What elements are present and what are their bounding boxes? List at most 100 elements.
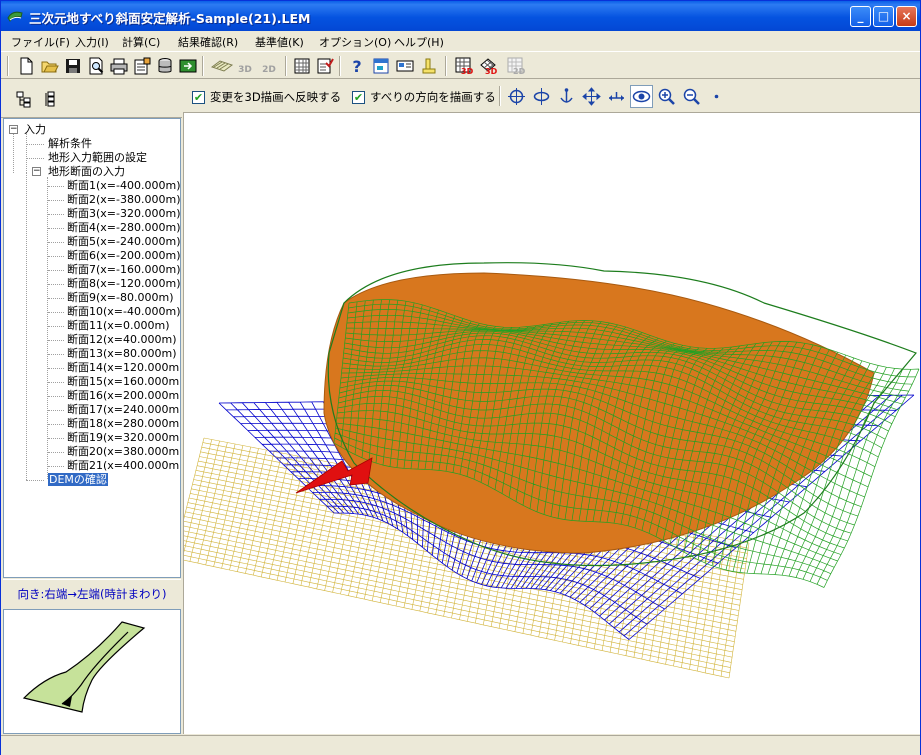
view-2d-icon[interactable]: 2D [257,55,281,77]
mesh-2d-icon[interactable]: 2D [505,55,527,77]
grid-icon[interactable] [291,55,313,77]
tree-line [48,270,64,271]
window-icon[interactable] [370,55,392,77]
save-disk-icon[interactable] [62,55,84,77]
tree-item-section[interactable]: 断面5(x=-240.000m) [67,235,180,248]
menu-standard[interactable]: 基準値(K) [255,34,304,50]
tree-line [48,186,64,187]
menu-bar: ファイル(F) 入力(I) 計算(C) 結果確認(R) 基準値(K) オプション… [1,31,920,51]
tree-item-section[interactable]: 断面19(x=320.000m) [67,431,180,444]
tree-item-sections[interactable]: 地形断面の入力 [48,165,125,178]
menu-file[interactable]: ファイル(F) [11,34,70,50]
mesh-2d-label: 2D [513,67,525,75]
tree-toolbar [1,80,182,118]
tree-item-conditions[interactable]: 解析条件 [48,137,92,150]
draw-direction-label: すべりの方向を描画する [370,90,496,104]
toolbar-separator [202,56,204,76]
tree-item-section[interactable]: 断面8(x=-120.000m) [67,277,180,290]
point-icon[interactable] [705,85,728,108]
open-folder-icon[interactable] [39,55,61,77]
tree-line [48,438,64,439]
tree-item-section[interactable]: 断面13(x=80.000m) [67,347,177,360]
data-sheet-icon[interactable] [131,55,153,77]
tree-item-section[interactable]: 断面2(x=-380.000m) [67,193,180,206]
rotate-z-icon[interactable] [555,85,578,108]
menu-input[interactable]: 入力(I) [75,34,109,50]
tree-item-section[interactable]: 断面12(x=40.000m) [67,333,177,346]
tree-item-section[interactable]: 断面21(x=400.000m) [67,459,180,472]
tree-line [48,466,64,467]
mesh-3d-alt-icon[interactable]: 3D [477,55,499,77]
notice-icon[interactable] [418,55,440,77]
toolbar-separator [285,56,287,76]
title-bar: 三次元地すべり斜面安定解析-Sample(21).LEM _ □ × [1,1,920,31]
rotate-x-icon[interactable] [505,85,528,108]
tree-line [48,214,64,215]
tree-line [48,298,64,299]
tree-item-section[interactable]: 断面14(x=120.000m) [67,361,180,374]
tree-item-dem[interactable]: DEMの確認 [48,473,108,486]
print-preview-icon[interactable] [85,55,107,77]
database-icon[interactable] [154,55,176,77]
mesh-3d-icon[interactable]: 3D [453,55,475,77]
zoom-out-icon[interactable] [680,85,703,108]
view-3d-icon[interactable] [208,55,236,77]
tree-root[interactable]: 入力 [24,123,46,136]
toolbar-grip [7,56,9,76]
view-3d-label-icon[interactable]: 3D [233,55,257,77]
pan-horizontal-icon[interactable] [605,85,628,108]
tree-item-section[interactable]: 断面18(x=280.000m) [67,417,180,430]
tree-line [48,200,64,201]
tree-item-section[interactable]: 断面17(x=240.000m) [67,403,180,416]
input-tree: − 入力 解析条件 地形入力範囲の設定 − 地形断面の入力 断面1(x=-400… [3,118,181,578]
reflect-3d-check-icon: ✔ [192,90,205,104]
menu-calc[interactable]: 計算(C) [122,34,160,50]
zoom-in-icon[interactable] [655,85,678,108]
tree-item-section[interactable]: 断面7(x=-160.000m) [67,263,180,276]
menu-results[interactable]: 結果確認(R) [178,34,238,50]
tree-toggle-root[interactable]: − [9,125,18,134]
tree-line [48,354,64,355]
tree-item-section[interactable]: 断面11(x=0.000m) [67,319,170,332]
tree-item-section[interactable]: 断面10(x=-40.000m) [67,305,180,318]
check-list-icon[interactable] [314,55,336,77]
close-button[interactable]: × [896,6,917,27]
print-icon[interactable] [108,55,130,77]
tree-line [48,368,64,369]
menu-options[interactable]: オプション(O) [319,34,391,50]
card-icon[interactable] [394,55,416,77]
pan-icon[interactable] [580,85,603,108]
minimize-button[interactable]: _ [850,6,871,27]
view-2d-label: 2D [262,65,276,75]
view-eye-icon[interactable] [630,85,653,108]
main-window: 三次元地すべり斜面安定解析-Sample(21).LEM _ □ × ファイル(… [0,0,921,755]
help-icon[interactable]: ? [346,55,368,77]
export-icon[interactable] [177,55,199,77]
tree-item-section[interactable]: 断面9(x=-80.000m) [67,291,173,304]
tree-expand-icon[interactable] [13,88,35,110]
tree-item-section[interactable]: 断面20(x=380.000m) [67,445,180,458]
reflect-3d-checkbox[interactable]: ✔ 変更を3D描画へ反映する [192,89,341,105]
tree-collapse-icon[interactable] [41,88,63,110]
tree-toggle-sections[interactable]: − [32,167,41,176]
rotate-y-icon[interactable] [530,85,553,108]
draw-direction-checkbox[interactable]: ✔ すべりの方向を描画する [352,89,496,105]
tree-line [48,396,64,397]
3d-view-canvas[interactable] [173,113,920,734]
reflect-3d-label: 変更を3D描画へ反映する [210,90,342,104]
tree-item-section[interactable]: 断面3(x=-320.000m) [67,207,180,220]
tree-item-section[interactable]: 断面16(x=200.000m) [67,389,180,402]
tree-item-section[interactable]: 断面4(x=-280.000m) [67,221,180,234]
main-toolbar: 3D 2D ? 3D 3D 2D [1,51,920,79]
tree-item-section[interactable]: 断面15(x=160.000m) [67,375,180,388]
menu-help[interactable]: ヘルプ(H) [394,34,444,50]
tree-item-section[interactable]: 断面1(x=-400.000m) [67,179,180,192]
tree-line [26,173,27,480]
new-file-icon[interactable] [15,55,37,77]
tree-line [47,177,48,479]
tree-line [48,424,64,425]
tree-item-range[interactable]: 地形入力範囲の設定 [48,151,147,164]
tree-item-section[interactable]: 断面6(x=-200.000m) [67,249,180,262]
maximize-button[interactable]: □ [873,6,894,27]
tree-line [26,144,44,145]
